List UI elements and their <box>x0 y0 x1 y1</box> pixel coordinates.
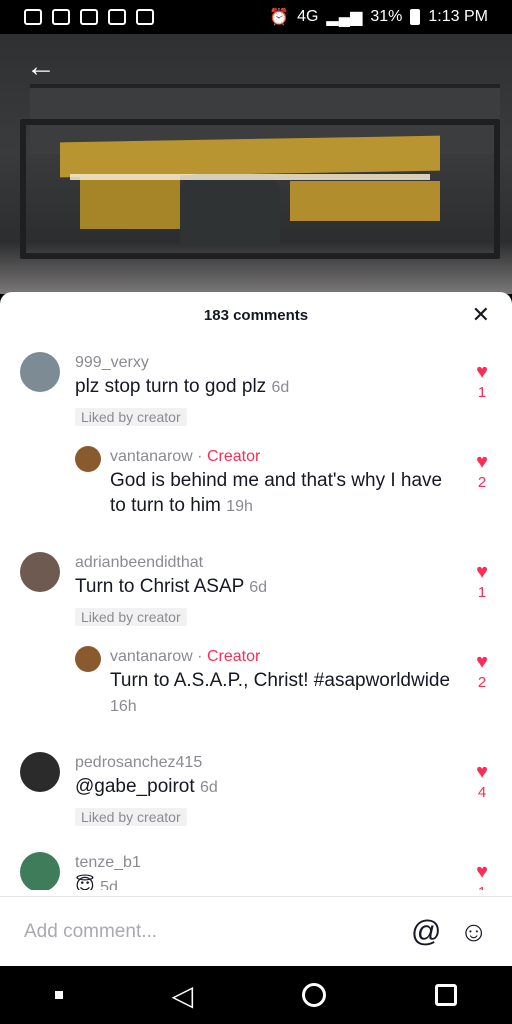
nav-dot-icon[interactable] <box>54 991 63 999</box>
video-shelf <box>60 135 440 178</box>
liked-by-creator-badge: Liked by creator <box>75 808 187 826</box>
like-count: 2 <box>477 674 487 691</box>
nav-recents-icon[interactable] <box>435 984 458 1006</box>
like-button[interactable]: ♥ 2 <box>470 652 494 694</box>
heart-icon: ♥ <box>476 561 488 583</box>
comment-time: 6d <box>199 779 218 796</box>
comments-count: 183 comments <box>203 306 309 324</box>
like-count: 2 <box>477 474 487 491</box>
reply-username[interactable]: vantanarow · Creator <box>110 646 452 668</box>
like-count: 4 <box>477 784 487 801</box>
comments-header: 183 comments ✕ <box>0 292 512 338</box>
video-object <box>180 174 280 244</box>
close-icon[interactable]: ✕ <box>472 304 490 326</box>
avatar[interactable] <box>20 852 60 890</box>
comment-text: Turn to Christ ASAP 6d <box>75 576 268 597</box>
comment-time: 6d <box>271 379 290 396</box>
liked-by-creator-badge: Liked by creator <box>75 608 187 626</box>
avatar[interactable] <box>20 752 60 792</box>
comment-item: tenze_b1 😇 5d ♥ 1 <box>0 852 512 890</box>
heart-icon: ♥ <box>476 761 488 783</box>
heart-icon: ♥ <box>476 651 488 673</box>
like-button[interactable]: ♥ 4 <box>470 762 494 804</box>
avatar[interactable] <box>75 646 101 672</box>
nav-back-icon[interactable]: ◁ <box>172 979 194 1012</box>
battery-percent: 31% <box>370 8 403 25</box>
like-button[interactable]: ♥ 1 <box>470 862 494 890</box>
comment-item: 999_verxy plz stop turn to god plz 6d Li… <box>0 352 512 430</box>
heart-icon: ♥ <box>476 451 488 473</box>
back-arrow-icon[interactable]: ← <box>26 52 56 82</box>
reply-username[interactable]: vantanarow · Creator <box>110 446 452 468</box>
comment-time: 5d <box>100 879 118 890</box>
like-button[interactable]: ♥ 1 <box>470 562 494 604</box>
reply-item: vantanarow · Creator God is behind me an… <box>0 446 512 552</box>
like-button[interactable]: ♥ 2 <box>470 452 494 494</box>
video-player[interactable]: ← <box>0 34 512 294</box>
avatar[interactable] <box>20 552 60 592</box>
comment-text: 😇 5d <box>75 874 452 890</box>
clipboard-icon <box>136 9 154 25</box>
comment-username[interactable]: tenze_b1 <box>75 852 452 874</box>
like-count: 1 <box>470 882 494 890</box>
comment-text: plz stop turn to god plz 6d <box>75 376 290 397</box>
at-sign-icon[interactable]: @ <box>411 916 441 947</box>
emoji-icon[interactable]: ☺ <box>459 916 488 947</box>
creator-label: Creator <box>206 448 261 465</box>
alarm-icon: ⏰ <box>269 9 290 26</box>
image-icon <box>80 9 98 25</box>
like-count: 1 <box>477 384 487 401</box>
avatar[interactable] <box>75 446 101 472</box>
reply-time: 16h <box>110 698 137 715</box>
system-icons: ⏰ 4G ▂▄▆ 31% 1:13 PM <box>269 7 488 27</box>
clock: 1:13 PM <box>428 8 488 25</box>
status-bar: ⏰ 4G ▂▄▆ 31% 1:13 PM <box>0 0 512 34</box>
download-icon <box>108 9 126 25</box>
video-block <box>80 174 180 229</box>
add-comment-bar: @ ☺ <box>0 896 512 966</box>
comment-username[interactable]: 999_verxy <box>75 352 452 374</box>
notification-icons <box>24 9 154 25</box>
heart-icon: ♥ <box>476 861 488 883</box>
network-label: 4G <box>297 8 319 25</box>
comment-item: pedrosanchez415 @gabe_poirot 6d Liked by… <box>0 752 512 852</box>
voicemail-icon <box>52 9 70 25</box>
reply-item: vantanarow · Creator Turn to A.S.A.P., C… <box>0 646 512 752</box>
comment-time: 6d <box>249 579 268 596</box>
video-light <box>70 174 430 180</box>
add-comment-input[interactable] <box>24 920 411 943</box>
creator-label: Creator <box>206 648 261 665</box>
nav-home-icon[interactable] <box>302 983 327 1007</box>
comment-username[interactable]: pedrosanchez415 <box>75 752 452 774</box>
system-nav-bar: ◁ <box>0 966 512 1024</box>
reply-text: God is behind me and that's why I have t… <box>110 470 443 516</box>
comments-panel: 183 comments ✕ 999_verxy plz stop turn t… <box>0 292 512 966</box>
signal-icon: ▂▄▆ <box>326 9 363 26</box>
reply-text: Turn to A.S.A.P., Christ! #asapworldwide… <box>110 670 451 715</box>
liked-by-creator-badge: Liked by creator <box>75 408 187 426</box>
comment-text: @gabe_poirot 6d <box>75 776 218 797</box>
battery-icon <box>410 9 421 25</box>
instagram-icon <box>24 9 42 25</box>
like-button[interactable]: ♥ 1 <box>470 362 494 404</box>
video-block <box>290 181 440 221</box>
like-count: 1 <box>477 584 487 601</box>
heart-icon: ♥ <box>476 361 488 383</box>
avatar[interactable] <box>20 352 60 392</box>
comment-username[interactable]: adrianbeendidthat <box>75 552 452 574</box>
reply-time: 19h <box>226 498 253 515</box>
comment-item: adrianbeendidthat Turn to Christ ASAP 6d… <box>0 552 512 630</box>
comments-list[interactable]: 999_verxy plz stop turn to god plz 6d Li… <box>0 352 512 890</box>
